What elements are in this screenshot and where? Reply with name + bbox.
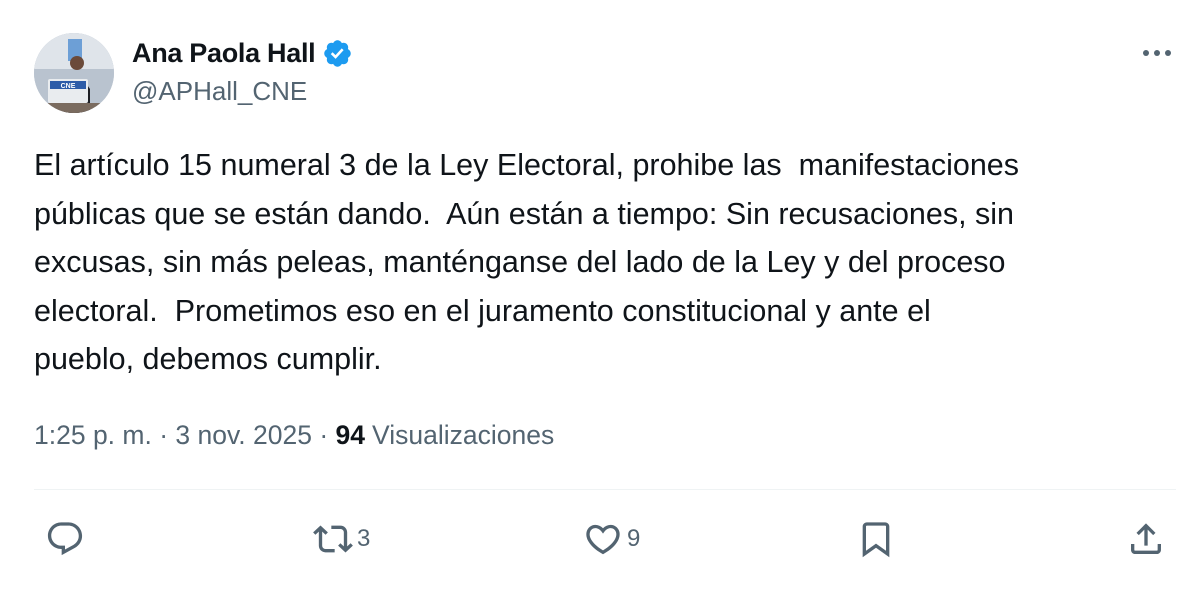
- tweet-date[interactable]: 3 nov. 2025: [175, 420, 312, 451]
- bookmark-icon: [862, 522, 890, 558]
- verified-badge-icon[interactable]: [322, 38, 353, 69]
- repost-button[interactable]: 3: [313, 517, 370, 561]
- divider: [34, 489, 1176, 490]
- views-count: 94: [335, 419, 366, 450]
- like-count: 9: [627, 525, 641, 552]
- heart-icon: [586, 524, 620, 555]
- author-handle[interactable]: @APHall_CNE: [132, 76, 307, 107]
- tweet-card: CNE Ana Paola Hall @APHall_CNE El artícu…: [0, 0, 1200, 597]
- avatar-photo: CNE: [34, 33, 114, 113]
- like-button[interactable]: 9: [583, 517, 640, 561]
- meta-separator: ·: [159, 419, 169, 450]
- tweet-metadata: 1:25 p. m. · 3 nov. 2025 · 94 Visualizac…: [34, 417, 554, 453]
- tweet-time[interactable]: 1:25 p. m.: [34, 420, 152, 451]
- meta-separator-2: ·: [319, 419, 329, 450]
- share-upload-icon: [1131, 523, 1161, 554]
- reply-button[interactable]: [45, 517, 85, 561]
- bookmark-button[interactable]: [856, 517, 896, 561]
- more-options-button[interactable]: [1137, 38, 1177, 68]
- avatar[interactable]: CNE: [34, 33, 114, 113]
- tweet-text: El artículo 15 numeral 3 de la Ley Elect…: [34, 148, 1020, 377]
- repost-arrows-icon: [313, 525, 353, 553]
- ellipsis-icon: [1143, 50, 1171, 56]
- speech-bubble-icon: [47, 522, 83, 556]
- author-display-name[interactable]: Ana Paola Hall: [132, 38, 316, 69]
- share-button[interactable]: [1126, 517, 1166, 561]
- author-name-row: Ana Paola Hall: [132, 36, 353, 70]
- views-label[interactable]: Visualizaciones: [372, 420, 554, 451]
- avatar-logo-text: CNE: [61, 83, 76, 90]
- repost-count: 3: [357, 525, 371, 552]
